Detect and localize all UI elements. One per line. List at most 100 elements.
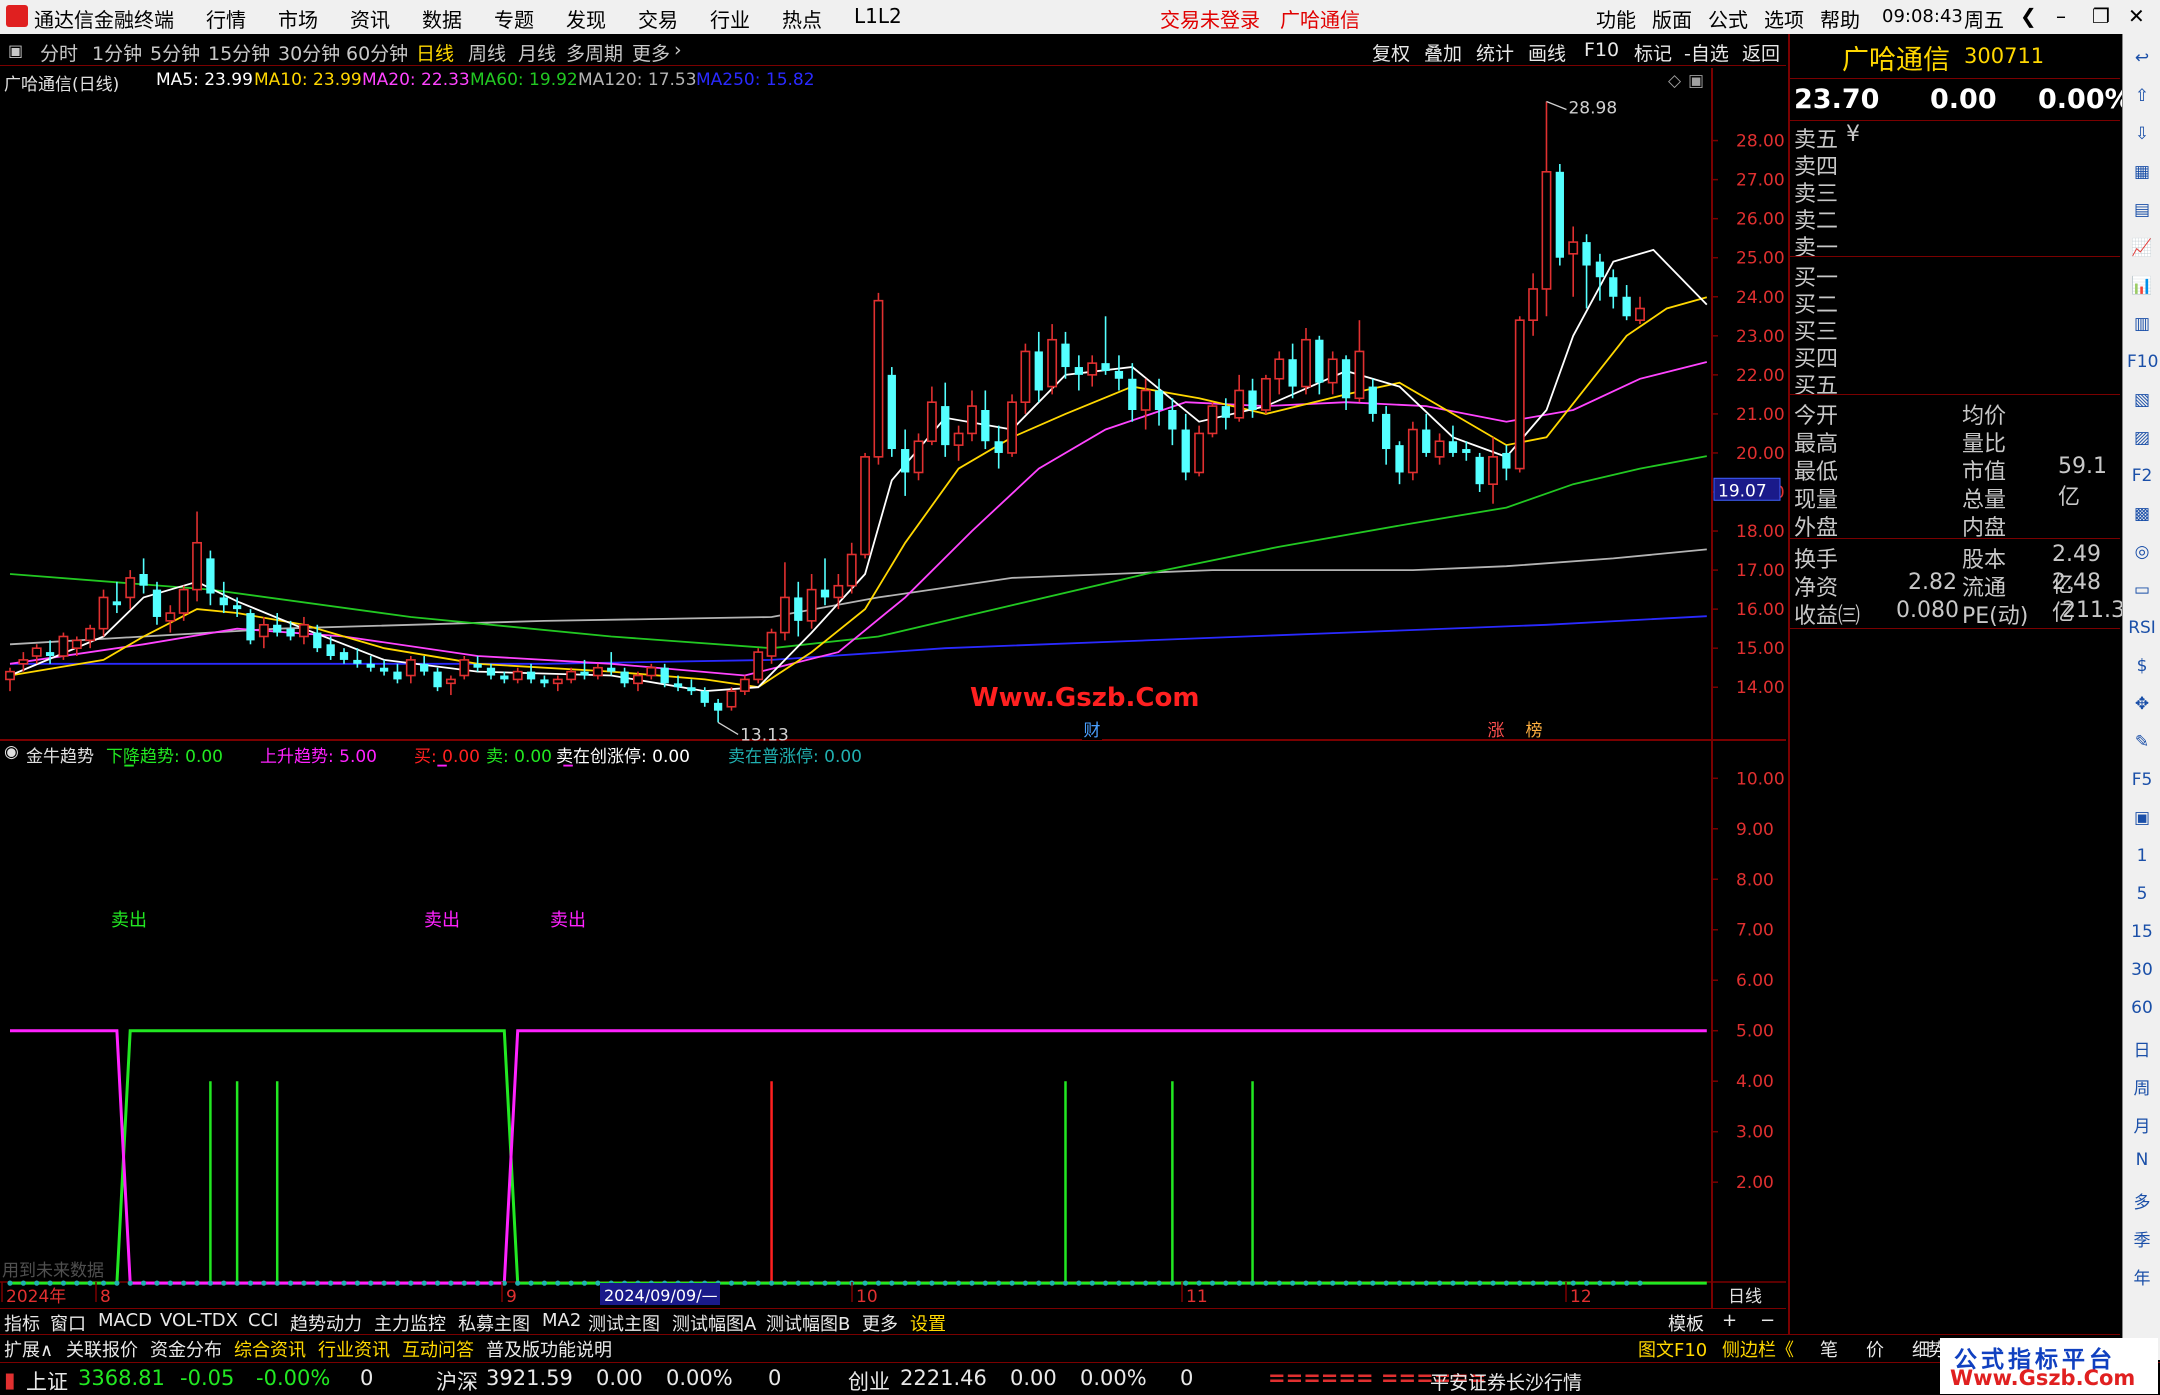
toolbar-day-icon[interactable]: 日 — [2127, 1036, 2157, 1062]
toolbar-box-icon[interactable]: ▭ — [2127, 580, 2157, 606]
toolbar-5min-icon[interactable]: 5 — [2127, 884, 2157, 910]
adjust-button[interactable]: 复权 — [1372, 39, 1410, 66]
period-weekly[interactable]: 周线 — [468, 39, 506, 66]
tab-private-main[interactable]: 私募主图 — [458, 1310, 530, 1336]
toolbar-doc-icon[interactable]: ▧ — [2127, 390, 2157, 416]
menu-item-discover[interactable]: 发现 — [566, 4, 606, 33]
broker-server[interactable]: 平安证券长沙行情 — [1430, 1368, 1582, 1395]
toolbar-f5-icon[interactable]: F5 — [2127, 770, 2157, 796]
login-status[interactable]: 交易未登录 — [1160, 4, 1260, 33]
remove-watchlist-button[interactable]: -自选 — [1684, 39, 1729, 66]
toolbar-1min-icon[interactable]: 1 — [2127, 846, 2157, 872]
remove-window-button[interactable]: − — [1760, 1310, 1775, 1331]
toolbar-year-icon[interactable]: 年 — [2127, 1264, 2157, 1290]
toolbar-line-chart-icon[interactable]: 📈 — [2127, 238, 2157, 264]
close-icon[interactable]: ✕ — [2128, 4, 2145, 28]
mark-button[interactable]: 标记 — [1634, 39, 1672, 66]
tab-ticks[interactable]: 笔 — [1820, 1336, 1838, 1362]
f10-button[interactable]: F10 — [1584, 39, 1619, 61]
toolbar-cube-icon[interactable]: ▩ — [2127, 504, 2157, 530]
tab-qa[interactable]: 互动问答 — [402, 1336, 474, 1362]
add-window-button[interactable]: + — [1722, 1310, 1737, 1331]
toolbar-n-period-icon[interactable]: N — [2127, 1150, 2157, 1176]
menu-item-data[interactable]: 数据 — [422, 4, 462, 33]
panel-toggle-icon[interactable]: ▣ — [8, 41, 23, 60]
menu-item-function[interactable]: 功能 — [1596, 4, 1636, 33]
menu-item-layout[interactable]: 版面 — [1652, 4, 1692, 33]
toolbar-bar-chart-icon[interactable]: 📊 — [2127, 276, 2157, 302]
tab-cci[interactable]: CCI — [248, 1310, 278, 1331]
kline-chart[interactable]: 28.00 27.00 26.00 25.00 24.00 23.00 22.00 21.00… — [0, 68, 1786, 1308]
period-60min[interactable]: 60分钟 — [346, 39, 408, 66]
period-5min[interactable]: 5分钟 — [150, 39, 200, 66]
toolbar-dollar-icon[interactable]: $ — [2127, 656, 2157, 682]
restore-icon[interactable]: ❐ — [2092, 4, 2110, 28]
toolbar-rsi-icon[interactable]: RSI — [2127, 618, 2157, 644]
toolbar-f2-icon[interactable]: F2 — [2127, 466, 2157, 492]
menu-item-quote[interactable]: 行情 — [206, 4, 246, 33]
indicator-collapse-icon[interactable]: ◉ — [4, 742, 19, 762]
period-tick[interactable]: 分时 — [40, 39, 78, 66]
toolbar-15min-icon[interactable]: 15 — [2127, 922, 2157, 948]
tab-more[interactable]: 更多 — [862, 1310, 898, 1336]
toolbar-up-icon[interactable]: ⇧ — [2127, 86, 2157, 112]
toolbar-month-icon[interactable]: 月 — [2127, 1112, 2157, 1138]
tab-f10-graphic[interactable]: 图文F10 — [1638, 1336, 1707, 1362]
back-arrow-icon[interactable]: ❮ — [2020, 4, 2037, 28]
tab-main-monitor[interactable]: 主力监控 — [374, 1310, 446, 1336]
toolbar-30min-icon[interactable]: 30 — [2127, 960, 2157, 986]
toolbar-target-icon[interactable]: ◎ — [2127, 542, 2157, 568]
tab-general-news[interactable]: 综合资讯 — [234, 1336, 306, 1362]
menu-item-help[interactable]: 帮助 — [1820, 4, 1860, 33]
menu-item-hot[interactable]: 热点 — [782, 4, 822, 33]
menu-item-market[interactable]: 市场 — [278, 4, 318, 33]
tab-macd[interactable]: MACD — [98, 1310, 152, 1331]
toolbar-move-icon[interactable]: ✥ — [2127, 694, 2157, 720]
tab-related-quote[interactable]: 关联报价 — [66, 1336, 138, 1362]
toolbar-panel-icon[interactable]: ▣ — [2127, 808, 2157, 834]
menu-item-topic[interactable]: 专题 — [494, 4, 534, 33]
stats-button[interactable]: 统计 — [1476, 39, 1514, 66]
menu-item-industry[interactable]: 行业 — [710, 4, 750, 33]
tab-test-main[interactable]: 测试主图 — [588, 1310, 660, 1336]
period-daily[interactable]: 日线 — [416, 39, 454, 66]
index-hs-name[interactable]: 沪深 — [436, 1366, 478, 1395]
tab-indicator[interactable]: 指标 — [4, 1310, 40, 1336]
tab-fund-distribution[interactable]: 资金分布 — [150, 1336, 222, 1362]
period-monthly[interactable]: 月线 — [518, 39, 556, 66]
index-cy-name[interactable]: 创业 — [848, 1366, 890, 1395]
tab-test-sub-b[interactable]: 测试幅图B — [766, 1310, 850, 1336]
index-sh-name[interactable]: 上证 — [26, 1366, 68, 1395]
menu-item-formula[interactable]: 公式 — [1708, 4, 1748, 33]
tab-price[interactable]: 价 — [1866, 1336, 1884, 1362]
minimize-icon[interactable]: – — [2056, 4, 2066, 28]
toolbar-season-icon[interactable]: 季 — [2127, 1226, 2157, 1252]
tab-test-sub-a[interactable]: 测试幅图A — [672, 1310, 756, 1336]
toolbar-multi-icon[interactable]: 多 — [2127, 1188, 2157, 1214]
tab-vol-tdx[interactable]: VOL-TDX — [160, 1310, 238, 1331]
toolbar-down-icon[interactable]: ⇩ — [2127, 124, 2157, 150]
menu-item-l1l2[interactable]: L1L2 — [854, 4, 902, 28]
return-button[interactable]: 返回 — [1742, 39, 1780, 66]
period-multi[interactable]: 多周期 — [566, 39, 623, 66]
toolbar-table-icon[interactable]: ▤ — [2127, 200, 2157, 226]
toolbar-note-icon[interactable]: ▨ — [2127, 428, 2157, 454]
period-30min[interactable]: 30分钟 — [278, 39, 340, 66]
tab-expand[interactable]: 扩展∧ — [4, 1336, 53, 1362]
tab-trend-power[interactable]: 趋势动力 — [290, 1310, 362, 1336]
menu-item-news[interactable]: 资讯 — [350, 4, 390, 33]
toolbar-pencil-icon[interactable]: ✎ — [2127, 732, 2157, 758]
period-1min[interactable]: 1分钟 — [92, 39, 142, 66]
tab-ma2[interactable]: MA2 — [542, 1310, 581, 1331]
tab-basic-help[interactable]: 普及版功能说明 — [486, 1336, 612, 1362]
tab-sidebar[interactable]: 侧边栏《 — [1722, 1336, 1794, 1362]
draw-button[interactable]: 画线 — [1528, 39, 1566, 66]
menu-item-trade[interactable]: 交易 — [638, 4, 678, 33]
chart-area[interactable]: 28.00 27.00 26.00 25.00 24.00 23.00 22.00 21.00… — [0, 68, 1786, 1308]
toolbar-60min-icon[interactable]: 60 — [2127, 998, 2157, 1024]
tab-settings[interactable]: 设置 — [910, 1310, 946, 1336]
toolbar-grid-icon[interactable]: ▦ — [2127, 162, 2157, 188]
toolbar-f10-icon[interactable]: F10 — [2127, 352, 2158, 378]
menu-item-options[interactable]: 选项 — [1764, 4, 1804, 33]
tab-window[interactable]: 窗口 — [50, 1310, 86, 1336]
